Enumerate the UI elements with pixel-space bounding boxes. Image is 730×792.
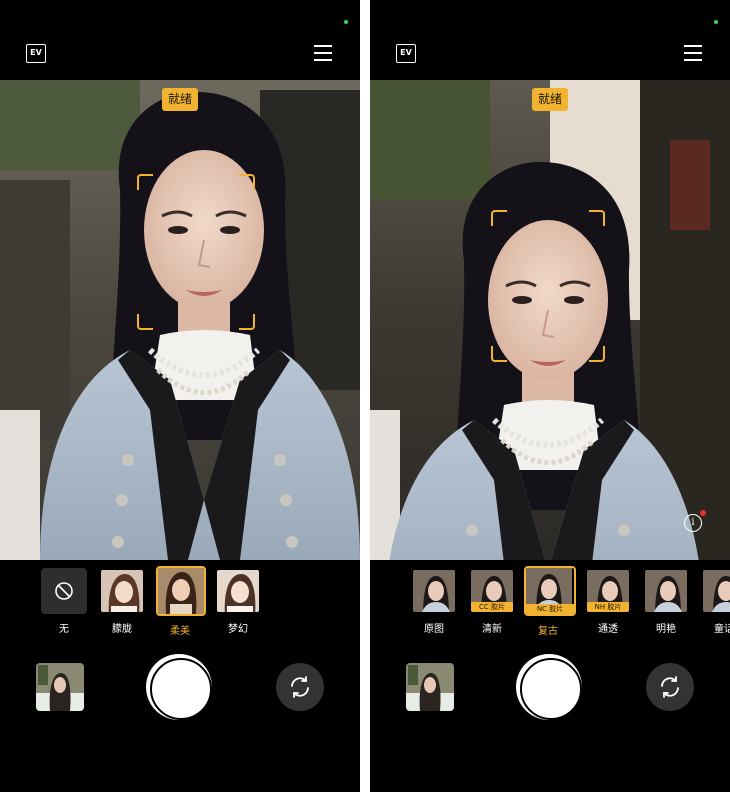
notification-dot [700,510,706,516]
filter-thumbnail-selected [156,566,206,616]
filter-item-hazy[interactable]: 朦胧 [98,568,146,635]
gallery-thumbnail[interactable] [36,663,84,711]
filter-label: 朦胧 [112,624,132,635]
filter-label: 通透 [598,624,618,635]
camera-screen-right: EV 就绪 i 原图 CC 胶片 清新 NC 胶片 复古 NH 胶片 通透 明艳… [370,0,730,792]
shutter-button[interactable] [146,654,212,720]
filter-thumbnail [99,568,145,614]
filter-label: 无 [59,624,69,635]
film-tag: NC 胶片 [526,604,574,614]
filter-label: 柔美 [170,626,190,637]
face-focus-frame [137,174,255,330]
switch-camera-icon[interactable] [276,663,324,711]
menu-icon[interactable] [684,45,702,61]
shutter-button[interactable] [516,654,582,720]
status-badge: 就绪 [162,88,199,111]
filter-item-none[interactable]: 无 [40,568,88,635]
gallery-thumbnail[interactable] [406,663,454,711]
filter-thumbnail [643,568,689,614]
filter-item-vintage[interactable]: NC 胶片 复古 [524,566,576,637]
filter-item-fairytale[interactable]: 童话 [700,568,730,635]
menu-icon[interactable] [314,45,332,61]
filter-thumbnail-selected: NC 胶片 [524,566,576,616]
no-filter-icon [41,568,87,614]
filter-item-original[interactable]: 原图 [410,568,458,635]
filter-label: 复古 [538,626,558,637]
filter-label: 梦幻 [228,624,248,635]
filter-thumbnail [215,568,261,614]
filter-item-fresh[interactable]: CC 胶片 清新 [468,568,516,635]
filter-item-clear[interactable]: NH 胶片 通透 [584,568,632,635]
filter-label: 明艳 [656,624,676,635]
film-tag: NH 胶片 [587,602,629,612]
filter-label: 清新 [482,624,502,635]
filter-label: 童话 [714,624,730,635]
filter-item-dreamy[interactable]: 梦幻 [214,568,262,635]
switch-camera-icon[interactable] [646,663,694,711]
ev-button[interactable]: EV [396,44,416,63]
privacy-indicator-dot [714,20,718,24]
filter-thumbnail [411,568,457,614]
info-icon[interactable]: i [684,514,702,532]
filter-item-vivid[interactable]: 明艳 [642,568,690,635]
film-tag: CC 胶片 [471,602,513,612]
status-badge: 就绪 [532,88,569,111]
face-focus-frame [491,210,605,362]
filter-thumbnail: NH 胶片 [585,568,631,614]
privacy-indicator-dot [344,20,348,24]
ev-button[interactable]: EV [26,44,46,63]
filter-label: 原图 [424,624,444,635]
filter-item-soft[interactable]: 柔美 [156,566,206,637]
camera-screen-left: EV 就绪 无 朦胧 柔美 梦幻 [0,0,360,792]
filter-thumbnail: CC 胶片 [469,568,515,614]
filter-thumbnail [701,568,730,614]
